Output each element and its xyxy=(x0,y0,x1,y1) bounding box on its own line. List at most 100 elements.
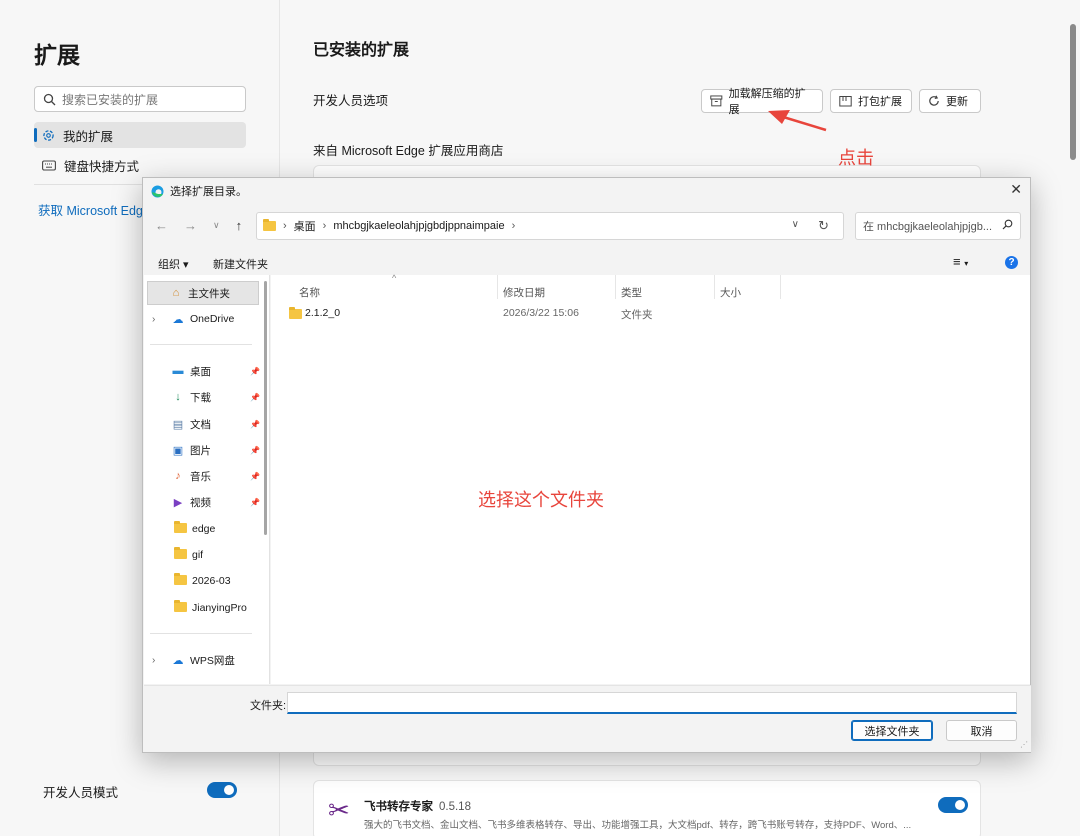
nav-item-label: WPS网盘 xyxy=(190,654,235,667)
pin-icon: 📌 xyxy=(250,497,260,507)
nav-item-downloads[interactable]: ↓ 下载 📌 xyxy=(144,385,262,409)
folder-shape xyxy=(173,599,187,612)
forward-arrow-icon[interactable]: → xyxy=(184,218,197,233)
home-icon: ⌂ xyxy=(172,287,180,299)
nav-divider xyxy=(150,344,252,345)
breadcrumb-separator: › xyxy=(511,220,516,232)
help-icon[interactable]: ? xyxy=(1005,256,1018,269)
nav-item-label: 文档 xyxy=(190,418,211,431)
video-icon: ▶ xyxy=(173,496,183,509)
column-header-modified[interactable]: 修改日期 xyxy=(503,285,545,300)
cloud-icon: ☁ xyxy=(172,313,184,326)
select-folder-button[interactable]: 选择文件夹 xyxy=(851,720,933,741)
select-folder-dialog: 选择扩展目录。 ✕ ← → ∨ ↑ › 桌面 › mhcbgjkaeleolah… xyxy=(142,177,1031,753)
pin-icon: 📌 xyxy=(250,471,260,481)
refresh-icon[interactable]: ↻ xyxy=(818,218,829,234)
file-modified: 2026/3/22 15:06 xyxy=(503,307,579,319)
table-row[interactable]: 2.1.2_0 2026/3/22 15:06 文件夹 xyxy=(271,304,1011,324)
nav-item-label: 2026-03 xyxy=(192,575,231,587)
file-type: 文件夹 xyxy=(621,309,653,321)
column-divider xyxy=(780,275,781,299)
file-name: 2.1.2_0 xyxy=(305,307,341,319)
column-divider xyxy=(615,275,616,299)
folder-icon xyxy=(289,307,302,322)
arrow-to-load-button xyxy=(768,110,827,132)
nav-item-label: OneDrive xyxy=(190,313,235,325)
folder-search-input[interactable]: 在 mhcbgjkaeleolahjpjgb... xyxy=(855,212,1021,240)
folder-field-label: 文件夹: xyxy=(250,700,287,712)
recent-chevron-icon[interactable]: ∨ xyxy=(213,218,220,233)
sort-caret-icon: ^ xyxy=(392,273,397,283)
nav-item-videos[interactable]: ▶ 视频 📌 xyxy=(144,490,262,514)
folder-shape xyxy=(173,546,187,559)
column-header-type[interactable]: 类型 xyxy=(621,285,642,300)
nav-item-edge[interactable]: edge xyxy=(144,517,262,541)
nav-item-onedrive[interactable]: › ☁ OneDrive xyxy=(144,307,262,331)
nav-item-label: edge xyxy=(192,523,216,535)
folder-icon xyxy=(172,572,188,588)
back-arrow-icon[interactable]: ← xyxy=(155,218,168,233)
folder-shape xyxy=(173,520,187,533)
nav-item-gif[interactable]: gif xyxy=(144,543,262,567)
navigation-pane: ⌂ 主文件夹 › ☁ OneDrive ▬ 桌面 📌 ↓ 下载 📌 ▤ 文档 📌… xyxy=(144,275,270,684)
address-bar[interactable]: › 桌面 › mhcbgjkaeleolahjpjgbdjppnaimpaie … xyxy=(256,212,844,240)
desktop-icon: ▬ xyxy=(172,365,184,377)
folder-icon xyxy=(172,546,188,562)
pin-icon: 📌 xyxy=(250,445,260,455)
organize-button[interactable]: 组织 ▾ xyxy=(158,256,189,272)
search-icon xyxy=(1002,219,1013,230)
folder-shape xyxy=(289,307,302,319)
view-options-icon[interactable]: ≡ ▾ xyxy=(953,254,968,269)
column-divider xyxy=(714,275,715,299)
command-bar: 组织 ▾ 新建文件夹 ≡ ▾ ? xyxy=(143,250,1030,274)
column-divider xyxy=(497,275,498,299)
breadcrumb-desktop[interactable]: 桌面 xyxy=(294,218,316,234)
nav-item-home[interactable]: ⌂ 主文件夹 xyxy=(147,281,259,305)
up-arrow-icon[interactable]: ↑ xyxy=(236,218,243,233)
nav-divider xyxy=(150,633,252,634)
folder-icon xyxy=(172,520,188,536)
music-icon: ♪ xyxy=(175,470,181,482)
new-folder-button[interactable]: 新建文件夹 xyxy=(213,256,268,272)
picture-icon: ▣ xyxy=(172,444,184,457)
nav-item-jianyingpro[interactable]: JianyingPro xyxy=(144,596,262,620)
nav-item-desktop[interactable]: ▬ 桌面 📌 xyxy=(144,359,262,383)
breadcrumb-separator: › xyxy=(322,220,327,232)
folder-search-placeholder: 在 mhcbgjkaeleolahjpjgb... xyxy=(863,221,993,233)
download-icon: ↓ xyxy=(175,391,181,403)
dialog-title: 选择扩展目录。 xyxy=(170,186,247,198)
document-icon: ▤ xyxy=(172,418,184,431)
nav-item-label: 图片 xyxy=(190,444,211,457)
pin-icon: 📌 xyxy=(250,392,260,402)
annotation-click: 点击 xyxy=(838,148,874,168)
pin-icon: 📌 xyxy=(250,366,260,376)
resize-grip-icon[interactable]: ⋰ xyxy=(1020,740,1028,749)
expand-chevron-icon[interactable]: › xyxy=(152,314,155,325)
dialog-footer: 文件夹: 选择文件夹 取消 ⋰ xyxy=(144,685,1031,752)
file-list: ^ 名称 修改日期 类型 大小 2.1.2_0 2026/3/22 15:06 … xyxy=(271,273,1030,684)
cloud-icon: ☁ xyxy=(172,654,184,667)
nav-item-label: 音乐 xyxy=(190,470,211,483)
nav-item-pictures[interactable]: ▣ 图片 📌 xyxy=(144,438,262,462)
close-icon[interactable]: ✕ xyxy=(1010,181,1022,198)
nav-item-label: gif xyxy=(192,549,204,561)
nav-item-music[interactable]: ♪ 音乐 📌 xyxy=(144,464,262,488)
folder-field[interactable] xyxy=(287,692,1017,714)
nav-item-label: JianyingPro xyxy=(192,602,247,614)
breadcrumb-folder[interactable]: mhcbgjkaeleolahjpjgbdjppnaimpaie xyxy=(333,220,504,232)
nav-item-2026-03[interactable]: 2026-03 xyxy=(144,569,262,593)
nav-scrollbar[interactable] xyxy=(264,281,267,535)
nav-item-label: 视频 xyxy=(190,496,211,509)
folder-icon xyxy=(263,219,276,231)
nav-item-wps[interactable]: › ☁ WPS网盘 xyxy=(144,648,262,672)
column-header-size[interactable]: 大小 xyxy=(720,285,741,300)
chevron-down-icon[interactable]: ∨ xyxy=(792,219,799,230)
nav-item-documents[interactable]: ▤ 文档 📌 xyxy=(144,412,262,436)
expand-chevron-icon[interactable]: › xyxy=(152,655,155,666)
pin-icon: 📌 xyxy=(250,419,260,429)
column-header-name[interactable]: 名称 xyxy=(299,285,320,300)
nav-arrows: ← → ∨ ↑ xyxy=(155,218,242,233)
annotation-select-folder: 选择这个文件夹 xyxy=(478,490,604,510)
nav-item-label: 下载 xyxy=(190,391,211,404)
cancel-button[interactable]: 取消 xyxy=(946,720,1017,741)
